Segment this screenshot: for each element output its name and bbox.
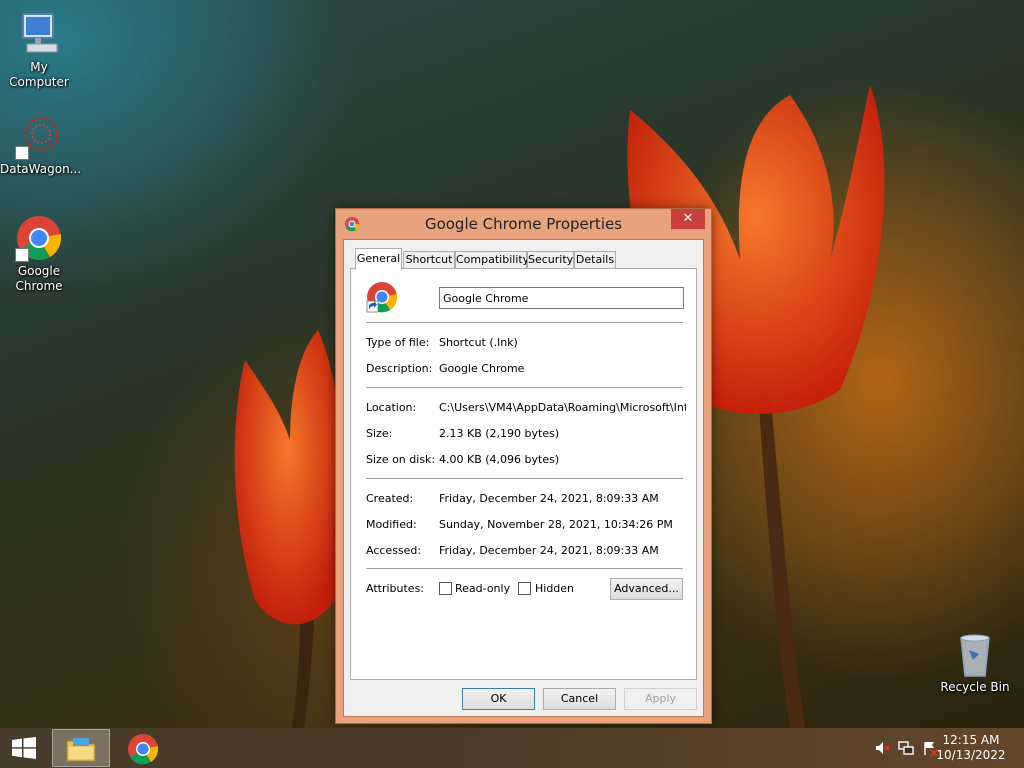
clock-date: 10/13/2022: [936, 748, 1006, 762]
desktop-icon-datawagon[interactable]: DataWagon...: [0, 112, 82, 177]
computer-icon: [15, 10, 63, 58]
taskbar: 12:15 AM 10/13/2022: [0, 728, 1024, 768]
shortcut-arrow-icon: [15, 248, 29, 262]
description-value: Google Chrome: [439, 362, 525, 375]
close-icon: ✕: [682, 211, 694, 226]
separator: [366, 387, 683, 388]
clock-time: 12:15 AM: [942, 733, 1000, 747]
location-value[interactable]: C:\Users\VM4\AppData\Roaming\Microsoft\I…: [439, 401, 686, 414]
location-label: Location:: [366, 401, 417, 414]
desktop-icon-my-computer[interactable]: My Computer: [0, 10, 78, 90]
windows-start-button[interactable]: [10, 737, 38, 759]
taskbar-chrome-button[interactable]: [118, 729, 168, 767]
size-on-disk-value: 4.00 KB (4,096 bytes): [439, 453, 560, 466]
separator: [366, 568, 683, 569]
separator: [366, 322, 683, 323]
dialog-titlebar[interactable]: Google Chrome Properties ✕: [336, 209, 711, 239]
chrome-icon: [15, 214, 63, 262]
chrome-icon: [128, 734, 159, 765]
dialog-title: Google Chrome Properties: [424, 215, 623, 233]
attributes-label: Attributes:: [366, 582, 425, 595]
taskbar-file-explorer-button[interactable]: [52, 729, 110, 767]
accessed-value: Friday, December 24, 2021, 8:09:33 AM: [439, 544, 659, 557]
desktop-icon-google-chrome[interactable]: Google Chrome: [0, 214, 78, 294]
modified-label: Modified:: [366, 518, 417, 531]
desktop-icon-recycle-bin[interactable]: Recycle Bin: [936, 630, 1014, 695]
folder-icon: [66, 738, 96, 762]
hidden-label[interactable]: Hidden: [535, 582, 574, 595]
desktop-icon-label: Recycle Bin: [940, 680, 1010, 694]
volume-muted-icon[interactable]: [874, 740, 890, 756]
name-field[interactable]: [439, 287, 684, 309]
created-value: Friday, December 24, 2021, 8:09:33 AM: [439, 492, 659, 505]
apply-button[interactable]: Apply: [624, 688, 697, 710]
network-icon[interactable]: [898, 740, 914, 756]
advanced-button[interactable]: Advanced...: [610, 578, 683, 600]
chrome-shortcut-icon: [366, 282, 398, 313]
dialog-client-area: General Shortcut Compatibility Security …: [343, 239, 704, 717]
size-label: Size:: [366, 427, 393, 440]
properties-dialog: Google Chrome Properties ✕ General Short…: [335, 208, 712, 724]
close-button[interactable]: ✕: [671, 209, 705, 229]
type-of-file-value: Shortcut (.lnk): [439, 336, 518, 349]
tab-general[interactable]: General: [355, 248, 402, 270]
tab-details[interactable]: Details: [574, 251, 616, 269]
ok-button[interactable]: OK: [462, 688, 535, 710]
tab-security[interactable]: Security: [527, 251, 574, 269]
tab-shortcut[interactable]: Shortcut: [403, 251, 455, 269]
tab-compatibility[interactable]: Compatibility: [455, 251, 529, 269]
size-value[interactable]: 2.13 KB (2,190 bytes): [439, 427, 684, 440]
hidden-checkbox[interactable]: [518, 582, 531, 595]
recycle-bin-icon: [951, 630, 999, 678]
datawagon-icon: [15, 112, 63, 160]
size-on-disk-label: Size on disk:: [366, 453, 436, 466]
chrome-shortcut-icon: [345, 217, 360, 232]
separator: [366, 478, 683, 479]
desktop-icon-label: DataWagon...: [0, 162, 82, 176]
read-only-label[interactable]: Read-only: [455, 582, 510, 595]
cancel-button[interactable]: Cancel: [543, 688, 616, 710]
shortcut-arrow-icon: [15, 146, 29, 160]
desktop-icon-label: Google Chrome: [15, 264, 63, 293]
desktop-icon-label: My Computer: [9, 60, 69, 89]
modified-value: Sunday, November 28, 2021, 10:34:26 PM: [439, 518, 673, 531]
created-label: Created:: [366, 492, 414, 505]
system-clock[interactable]: 12:15 AM 10/13/2022: [936, 733, 1006, 763]
description-label: Description:: [366, 362, 433, 375]
type-of-file-label: Type of file:: [366, 336, 430, 349]
accessed-label: Accessed:: [366, 544, 422, 557]
read-only-checkbox[interactable]: [439, 582, 452, 595]
general-tab-page: Type of file: Shortcut (.lnk) Descriptio…: [350, 268, 697, 680]
